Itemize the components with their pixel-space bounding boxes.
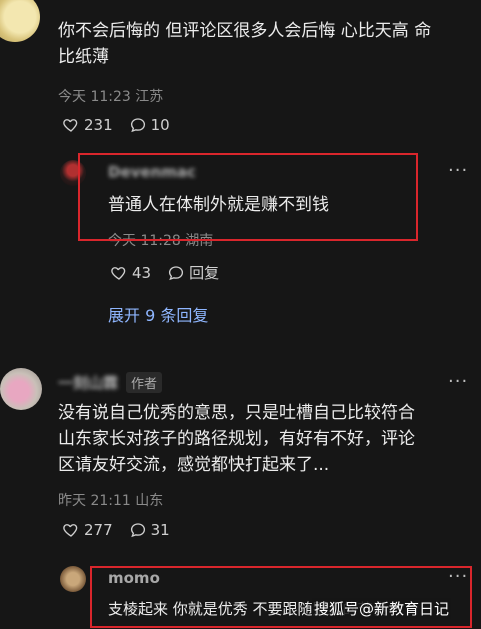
like-button[interactable]: 277 (62, 521, 113, 539)
reply-count-button[interactable]: 31 (129, 521, 170, 539)
comment-icon (169, 265, 184, 280)
avatar[interactable] (0, 0, 40, 42)
author-badge: 作者 (126, 372, 163, 393)
reply-actions: 43 回复 (110, 262, 219, 283)
comment-time: 昨天 21:11 山东 (58, 493, 164, 509)
highlight-box (78, 153, 418, 241)
like-button[interactable]: 231 (62, 116, 113, 134)
reply-count-button[interactable]: 10 (129, 116, 170, 134)
heart-icon (63, 524, 78, 537)
comment-author-name[interactable]: 一刻山霖 (58, 372, 118, 393)
comment-time: 今天 11:23 江苏 (58, 89, 164, 105)
highlight-box (90, 566, 472, 628)
comment-actions: 231 10 (62, 116, 170, 134)
reply-button[interactable]: 回复 (167, 262, 219, 283)
comment-icon (130, 118, 145, 133)
comment-icon (130, 523, 145, 538)
heart-icon (63, 119, 78, 132)
more-icon[interactable]: ··· (448, 160, 468, 181)
comment-text: 你不会后悔的 但评论区很多人会后悔 心比天高 命 比纸薄 (58, 21, 432, 67)
avatar[interactable] (0, 368, 42, 410)
comment-text: 没有说自己优秀的意思，只是吐槽自己比较符合 山东家长对孩子的路径规划，有好有不好… (58, 403, 415, 475)
more-icon[interactable]: ··· (448, 371, 468, 392)
avatar[interactable] (60, 566, 86, 592)
heart-icon (111, 266, 126, 280)
expand-replies-link[interactable]: 展开 9 条回复 (108, 302, 208, 326)
comment-actions: 277 31 (62, 521, 170, 539)
comment-author: 一刻山霖 作者 (58, 372, 163, 393)
like-button[interactable]: 43 (110, 264, 151, 282)
